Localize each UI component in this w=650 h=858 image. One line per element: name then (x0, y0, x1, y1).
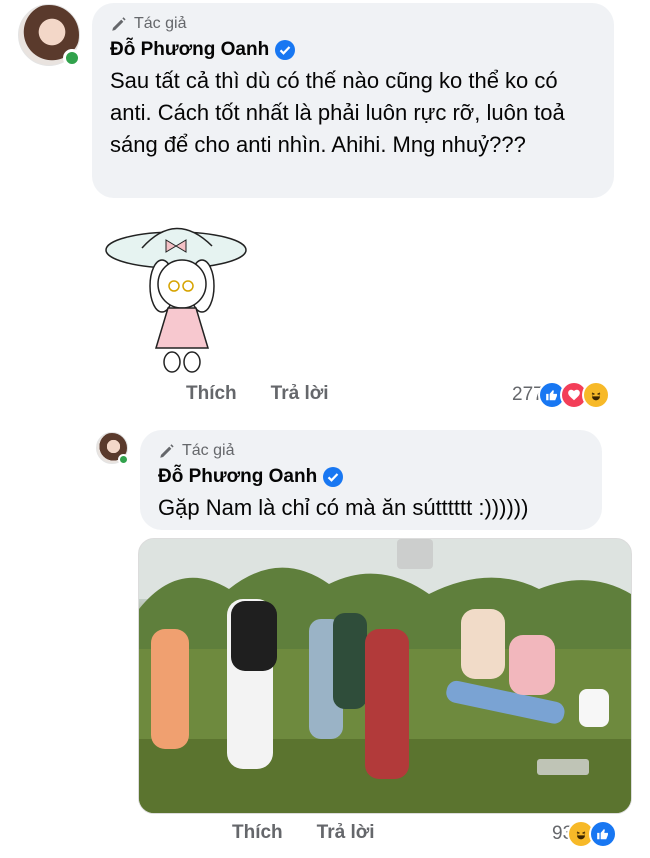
reaction-summary[interactable]: 277 (512, 381, 610, 409)
online-status-dot (63, 49, 81, 67)
comment-text: Sau tất cả thì dù có thế nào cũng ko thể… (110, 68, 565, 157)
author-badge: Tác giả (110, 15, 596, 33)
comment-actions: Thích Trả lời (186, 383, 329, 405)
reply-actions: Thích Trả lời (232, 822, 375, 844)
haha-icon (581, 381, 610, 409)
reply-button[interactable]: Trả lời (271, 383, 329, 405)
author-name[interactable]: Đỗ Phương Oanh (158, 466, 317, 488)
reply-bubble: Tác giả Đỗ Phương Oanh Gặp Nam là chỉ có… (140, 430, 602, 530)
online-status-dot (118, 454, 129, 465)
like-icon (589, 820, 618, 848)
sticker-girl-with-hat (105, 227, 247, 373)
verified-badge-icon (275, 40, 296, 60)
comment-bubble: Tác giả Đỗ Phương Oanh Sau tất cả thì dù… (92, 3, 614, 198)
author-badge: Tác giả (158, 442, 584, 460)
author-badge-label: Tác giả (182, 442, 235, 459)
reaction-summary[interactable]: 93 (552, 820, 618, 848)
author-name[interactable]: Đỗ Phương Oanh (110, 39, 269, 61)
reply-button[interactable]: Trả lời (317, 822, 375, 844)
verified-badge-icon (323, 467, 344, 487)
author-avatar[interactable] (18, 4, 81, 67)
like-button[interactable]: Thích (186, 383, 237, 405)
reply-text: Gặp Nam là chỉ có mà ăn sútttttt :)))))) (158, 495, 529, 520)
like-button[interactable]: Thích (232, 822, 283, 844)
author-avatar[interactable] (96, 432, 129, 465)
pen-icon (160, 444, 174, 458)
attached-photo[interactable] (138, 538, 632, 814)
photo-scene (139, 539, 631, 813)
author-badge-label: Tác giả (134, 15, 187, 32)
pen-icon (112, 17, 126, 31)
